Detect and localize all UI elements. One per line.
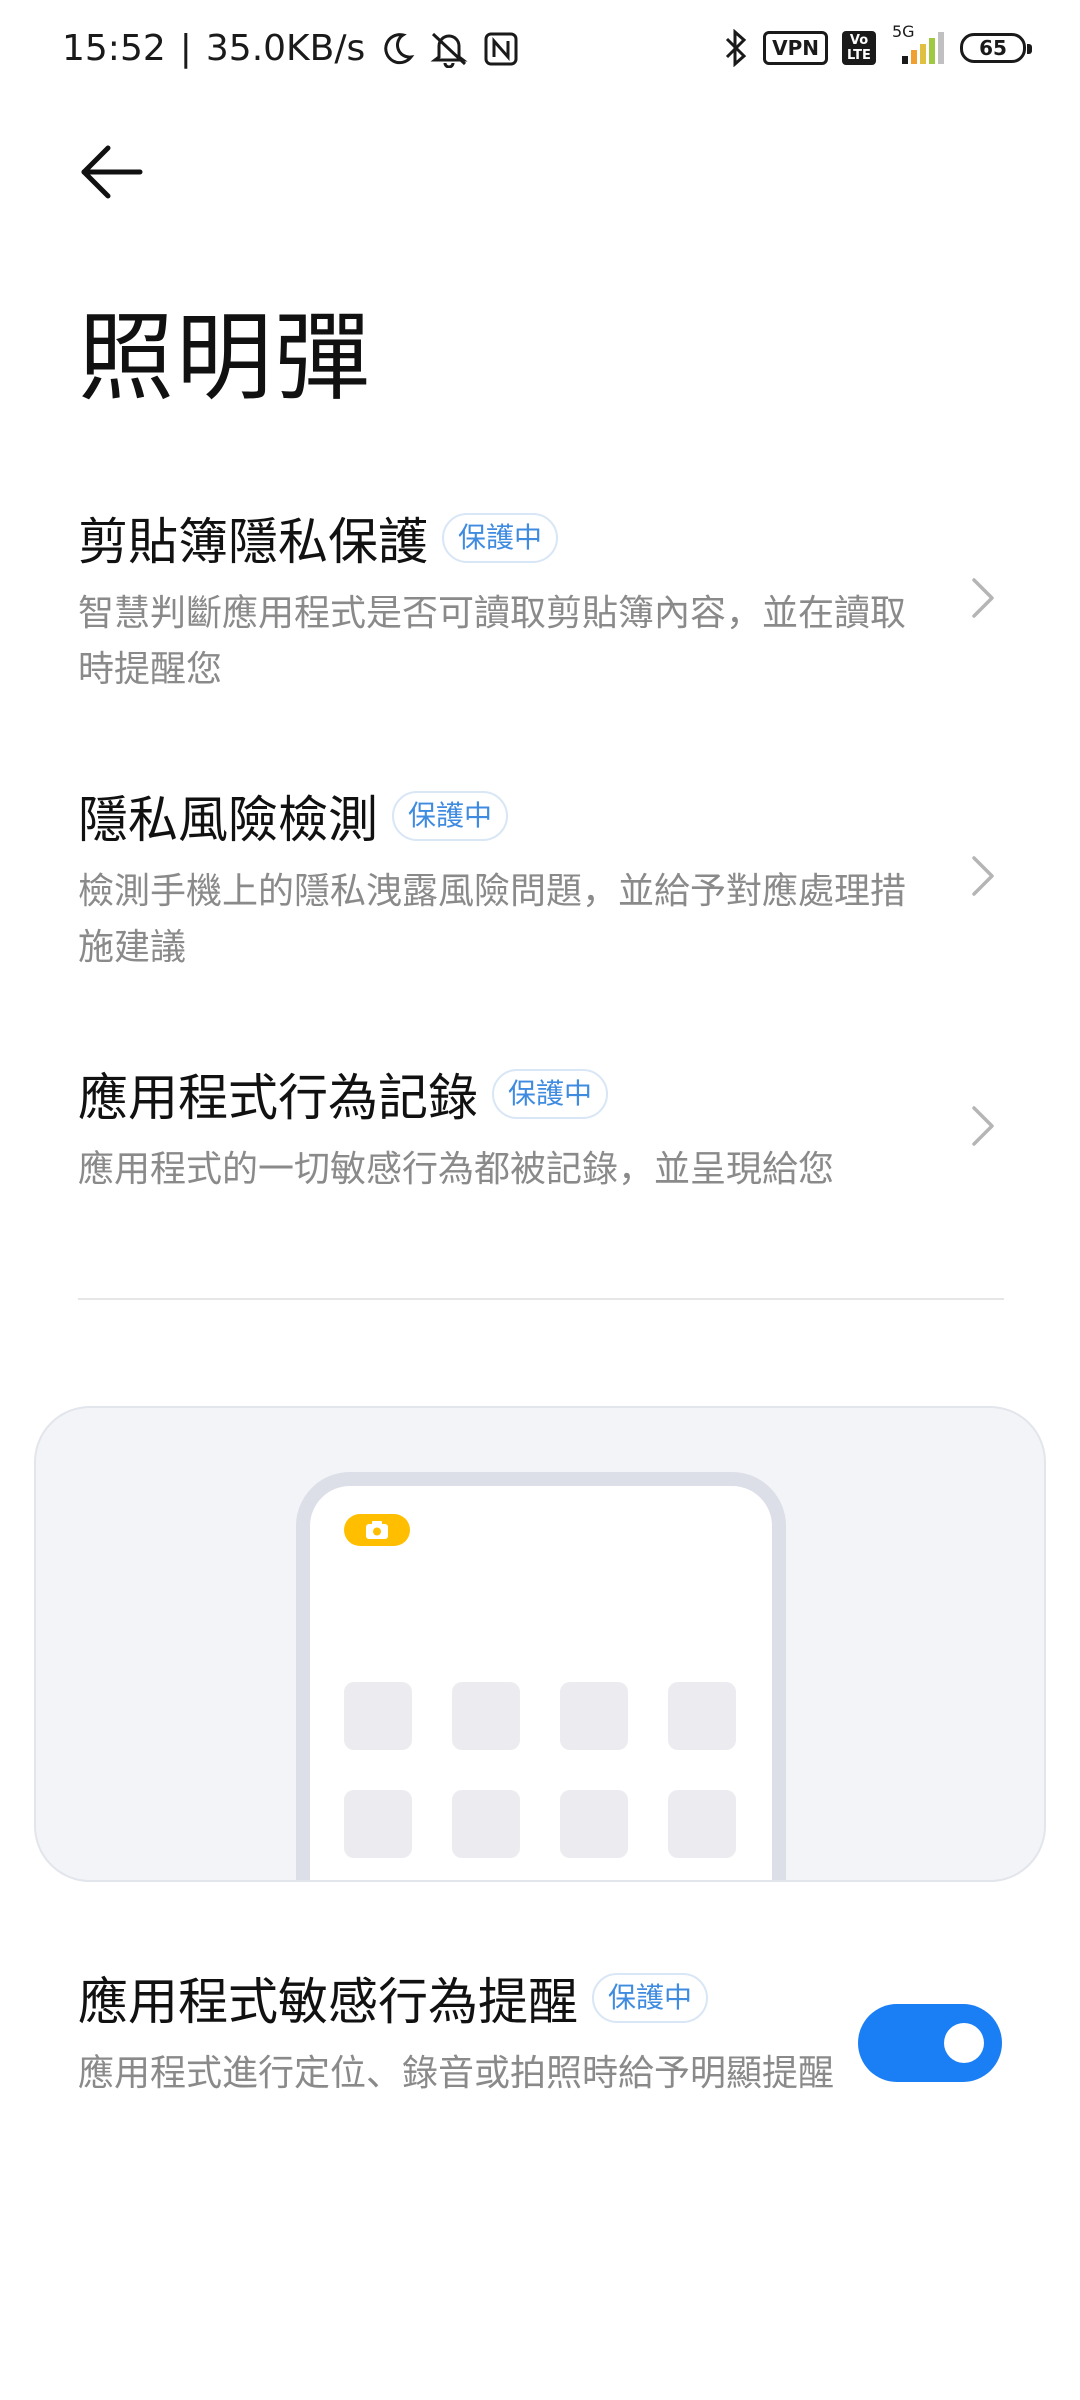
mute-bell-icon: [429, 30, 469, 68]
status-time: 15:52: [62, 28, 166, 69]
phone-mockup: [296, 1472, 786, 1880]
app-placeholder-tile: [344, 1682, 412, 1750]
app-placeholder-tile: [344, 1790, 412, 1858]
network-speed: 35.0KB/s: [205, 28, 366, 69]
camera-icon: [366, 1521, 388, 1539]
item-description: 檢測手機上的隱私洩露風險問題，並給予對應處理措施建議: [78, 871, 907, 968]
vpn-badge: VPN: [763, 31, 828, 65]
chevron-right-icon: [972, 856, 994, 896]
sensitive-behavior-illustration: [34, 1406, 1046, 1882]
item-description: 智慧判斷應用程式是否可讀取剪貼簿內容，並在讀取時提醒您: [78, 593, 907, 690]
battery-indicator: 65: [960, 33, 1032, 63]
status-badge: 保護中: [492, 1069, 609, 1119]
page-title: 照明彈: [78, 302, 372, 414]
app-placeholder-tile: [668, 1682, 736, 1750]
item-description: 應用程式的一切敏感行為都被記錄，並呈現給您: [78, 1149, 835, 1190]
chevron-right-icon: [972, 578, 994, 618]
item-description: 應用程式進行定位、錄音或拍照時給予明顯提醒: [78, 2053, 835, 2094]
app-icon-grid: [344, 1682, 736, 1858]
app-placeholder-tile: [452, 1790, 520, 1858]
camera-indicator-pill: [344, 1514, 410, 1546]
item-title: 剪貼簿隱私保護: [78, 513, 428, 571]
toggle-knob: [944, 2023, 984, 2063]
status-badge: 保護中: [592, 1973, 709, 2023]
app-placeholder-tile: [560, 1682, 628, 1750]
app-placeholder-tile: [560, 1790, 628, 1858]
status-badge: 保護中: [442, 513, 559, 563]
volte-badge: Vo LTE: [842, 31, 876, 65]
status-separator: |: [179, 28, 192, 69]
sensitive-reminder-toggle[interactable]: [858, 2004, 1002, 2082]
moon-icon: [379, 31, 415, 67]
section-divider: [78, 1298, 1004, 1300]
item-title: 隱私風險檢測: [78, 791, 378, 849]
privacy-risk-item[interactable]: 隱私風險檢測 保護中 檢測手機上的隱私洩露風險問題，並給予對應處理措施建議: [78, 780, 1018, 976]
item-title: 應用程式敏感行為提醒: [78, 1973, 578, 2031]
bluetooth-icon: [723, 29, 749, 67]
signal-icon: 5G: [890, 22, 946, 68]
item-title: 應用程式行為記錄: [78, 1069, 478, 1127]
status-badge: 保護中: [392, 791, 509, 841]
nfc-icon: [483, 31, 519, 67]
back-arrow-icon: [81, 145, 143, 199]
chevron-right-icon: [972, 1106, 994, 1146]
app-placeholder-tile: [668, 1790, 736, 1858]
app-placeholder-tile: [452, 1682, 520, 1750]
back-button[interactable]: [78, 142, 146, 202]
clipboard-privacy-item[interactable]: 剪貼簿隱私保護 保護中 智慧判斷應用程式是否可讀取剪貼簿內容，並在讀取時提醒您: [78, 502, 1018, 698]
privacy-flare-page: 15:52 | 35.0KB/s VPN Vo LTE 5G 65 照明彈 剪貼…: [0, 0, 1080, 2400]
status-bar: 15:52 | 35.0KB/s VPN Vo LTE 5G 65: [0, 0, 1080, 104]
app-behavior-log-item[interactable]: 應用程式行為記錄 保護中 應用程式的一切敏感行為都被記錄，並呈現給您: [78, 1058, 1018, 1198]
sensitive-behavior-reminder-item: 應用程式敏感行為提醒 保護中 應用程式進行定位、錄音或拍照時給予明顯提醒: [78, 1962, 838, 2102]
